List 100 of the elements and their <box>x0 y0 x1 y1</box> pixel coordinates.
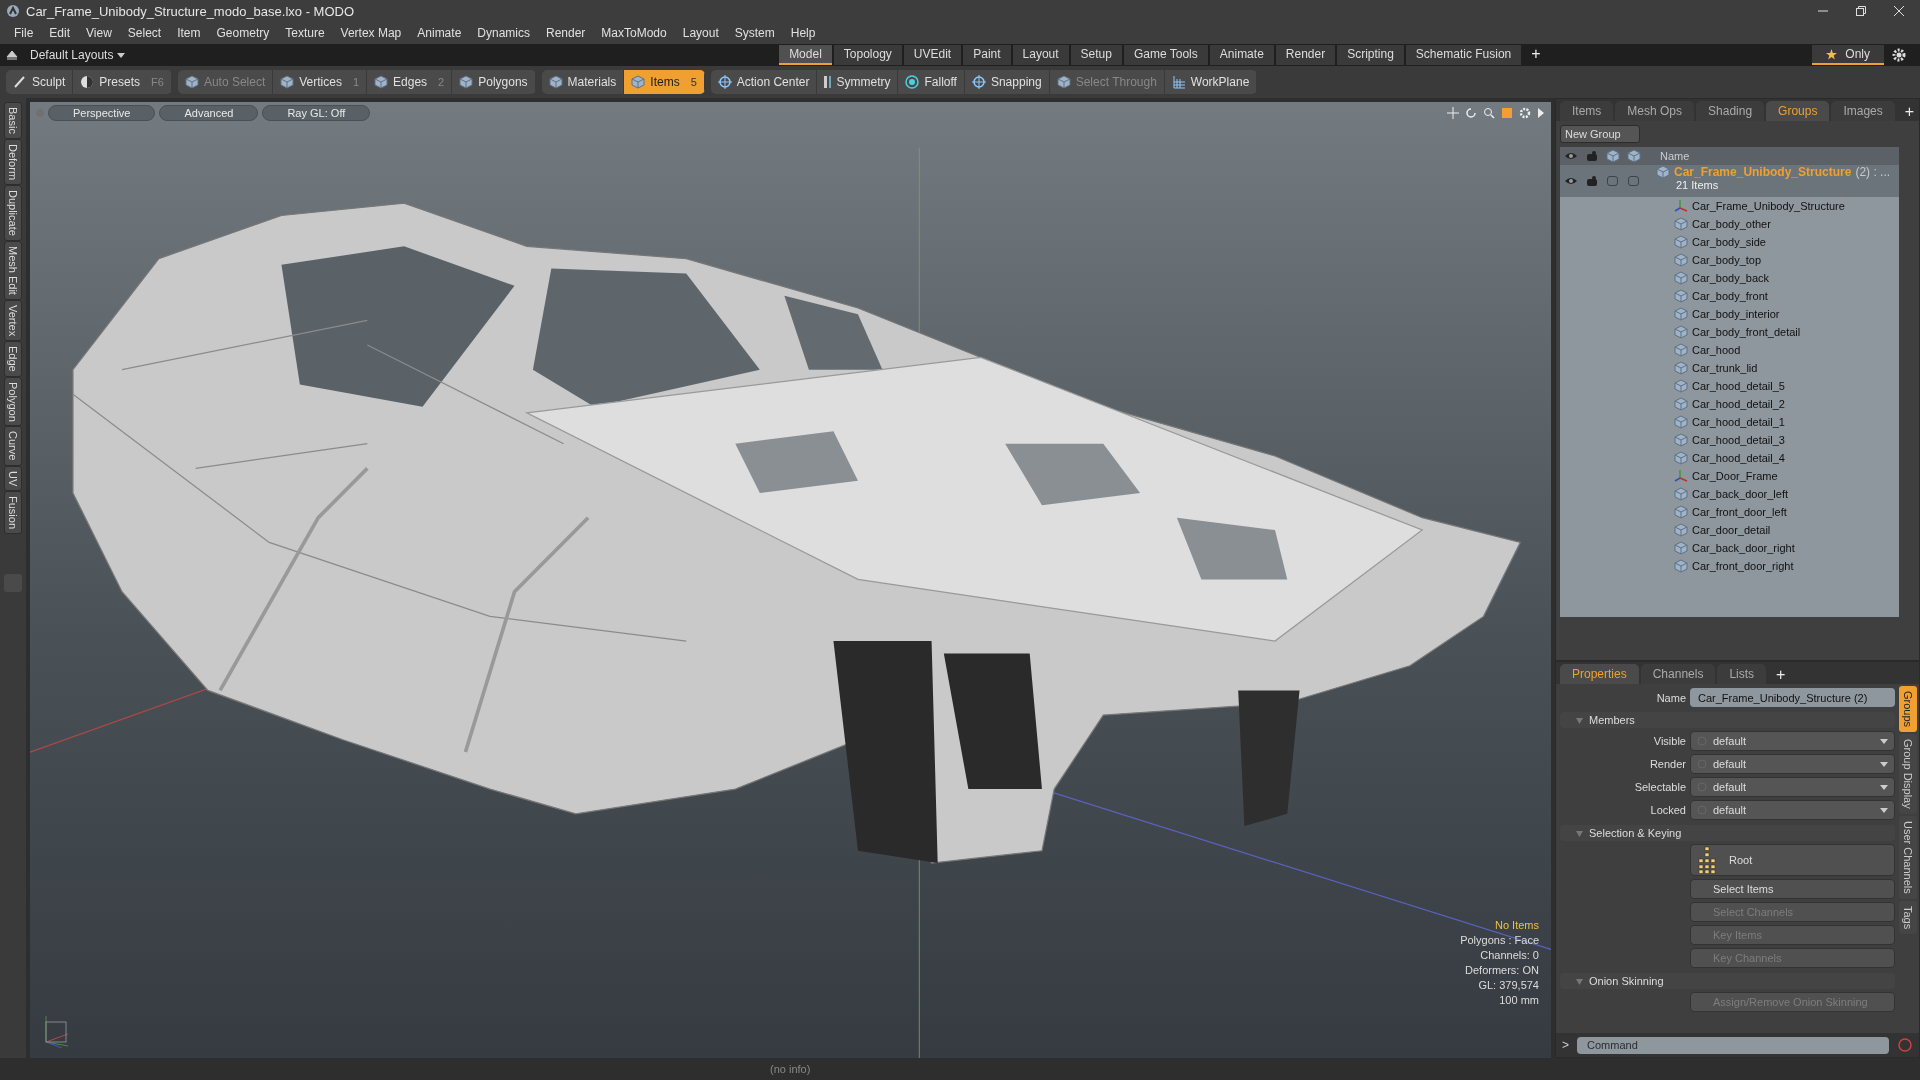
panel-tab[interactable]: Lists <box>1717 664 1767 684</box>
add-tab-button[interactable]: + <box>1523 45 1549 65</box>
side-tab[interactable]: Vertex <box>4 299 22 341</box>
tree-item[interactable]: Car_body_front <box>1692 290 1768 302</box>
menu-item[interactable]: Layout <box>674 26 727 40</box>
tree-item[interactable]: Car_hood_detail_2 <box>1692 398 1785 410</box>
side-tab[interactable]: Mesh Edit <box>4 240 22 300</box>
panel-tab[interactable]: Groups <box>1766 101 1830 121</box>
dropdown[interactable]: default <box>1690 731 1895 751</box>
tree-item[interactable]: Car_hood_detail_1 <box>1692 416 1785 428</box>
panel-tab[interactable]: Shading <box>1696 101 1765 121</box>
panel-tab[interactable]: Mesh Ops <box>1615 101 1695 121</box>
tree-item[interactable]: Car_door_detail <box>1692 524 1771 536</box>
tree-item[interactable]: Car_Door_Frame <box>1692 470 1778 482</box>
menu-item[interactable]: Item <box>169 26 209 40</box>
layout-tab[interactable]: Scripting <box>1337 45 1404 65</box>
menu-item[interactable]: Geometry <box>208 26 278 40</box>
side-tab[interactable]: Group Display <box>1899 734 1917 814</box>
toggle-box[interactable] <box>1607 176 1618 186</box>
tree-item[interactable]: Car_body_back <box>1692 272 1770 284</box>
toolbar-button[interactable]: Presets F6 <box>73 70 172 94</box>
tree-item[interactable]: Car_trunk_lid <box>1692 362 1758 374</box>
menu-item[interactable]: Edit <box>41 26 79 40</box>
menu-item[interactable]: Dynamics <box>469 26 538 40</box>
rotate-icon[interactable] <box>1465 107 1477 119</box>
layout-tab[interactable]: Render <box>1275 45 1336 65</box>
viewport[interactable]: Perspective Advanced Ray GL: Off No Items Polygons : Face Channels: 0 Deformers: ON GL: 379,574 100 mm <box>30 102 1551 1058</box>
tree-item[interactable]: Car_Frame_Unibody_Structure <box>1692 200 1845 212</box>
tree-item[interactable]: Car_body_top <box>1692 254 1762 266</box>
root-button[interactable]: Root <box>1690 844 1895 876</box>
record-icon[interactable] <box>1897 1037 1913 1053</box>
toolbar-button[interactable]: Sculpt <box>6 70 74 94</box>
side-tab[interactable]: User Channels <box>1899 815 1917 899</box>
tree-item[interactable]: Car_front_door_right <box>1692 560 1794 572</box>
panel-tab[interactable]: Properties <box>1560 664 1639 684</box>
toolbar-button[interactable]: WorkPlane <box>1164 70 1258 94</box>
tree-item[interactable]: Car_back_door_right <box>1692 542 1795 554</box>
viewport-button[interactable]: Ray GL: Off <box>262 105 371 121</box>
menu-item[interactable]: System <box>726 26 783 40</box>
layout-tab[interactable]: Setup <box>1070 45 1122 65</box>
side-tab[interactable]: Basic <box>4 102 22 139</box>
toolbar-button[interactable]: Falloff <box>898 70 965 94</box>
dropdown[interactable]: default <box>1690 800 1895 820</box>
move-icon[interactable] <box>1447 107 1459 119</box>
side-tab[interactable]: Curve <box>4 426 22 466</box>
close-icon[interactable] <box>1894 6 1904 16</box>
menu-item[interactable]: Help <box>782 26 824 40</box>
menu-item[interactable]: View <box>78 26 120 40</box>
settings-icon[interactable] <box>1892 48 1906 62</box>
layout-tab[interactable]: Model <box>779 45 832 65</box>
tree-item[interactable]: Car_hood <box>1692 344 1741 356</box>
group-row[interactable]: Car_Frame_Unibody_Structure (2) : ... 21 Items <box>1560 165 1899 197</box>
tree-item[interactable]: Car_hood_detail_4 <box>1692 452 1785 464</box>
panel-tab[interactable]: Channels <box>1640 664 1716 684</box>
only-button[interactable]: Only <box>1812 45 1884 65</box>
tree-item[interactable]: Car_hood_detail_5 <box>1692 380 1785 392</box>
layout-tab[interactable]: Game Tools <box>1123 45 1208 65</box>
restore-icon[interactable] <box>1856 6 1866 16</box>
layout-tab[interactable]: Paint <box>963 45 1011 65</box>
menu-item[interactable]: Texture <box>277 26 333 40</box>
tree-item[interactable]: Car_back_door_left <box>1692 488 1788 500</box>
side-tab[interactable]: Duplicate <box>4 184 22 241</box>
add-tab-button[interactable]: + <box>1768 666 1794 684</box>
layouts-dropdown[interactable]: Default Layouts <box>30 48 126 62</box>
menu-item[interactable]: File <box>6 26 42 40</box>
menu-item[interactable]: Animate <box>409 26 470 40</box>
tree-item[interactable]: Car_body_side <box>1692 236 1766 248</box>
layout-tab[interactable]: Topology <box>833 45 902 65</box>
menu-item[interactable]: Vertex Map <box>332 26 410 40</box>
tree-item[interactable]: Car_hood_detail_3 <box>1692 434 1785 446</box>
action-button[interactable]: Select Items <box>1690 879 1895 899</box>
side-tab[interactable]: Groups <box>1899 686 1917 733</box>
section-header[interactable]: Onion Skinning <box>1560 973 1895 989</box>
command-field[interactable]: Command <box>1577 1036 1889 1054</box>
name-field[interactable]: Car_Frame_Unibody_Structure (2) <box>1690 688 1895 707</box>
zoom-icon[interactable] <box>1483 107 1495 119</box>
section-header[interactable]: Selection & Keying <box>1560 825 1895 841</box>
tree-item[interactable]: Car_body_front_detail <box>1692 326 1801 338</box>
viewport-button[interactable]: Perspective <box>48 105 156 121</box>
add-tab-button[interactable]: + <box>1896 103 1920 121</box>
layout-tab[interactable]: Layout <box>1012 45 1069 65</box>
layout-tab[interactable]: Schematic Fusion <box>1405 45 1522 65</box>
toolbar-button[interactable]: Symmetry <box>817 70 899 94</box>
side-tab[interactable]: Deform <box>4 138 22 185</box>
layout-arrow-icon[interactable] <box>6 49 18 61</box>
toolbar-button[interactable]: Action Center <box>710 70 818 94</box>
layout-tab[interactable]: Animate <box>1209 45 1274 65</box>
tree-item[interactable]: Car_body_other <box>1692 218 1771 230</box>
menu-item[interactable]: Render <box>538 26 594 40</box>
arrow-icon[interactable] <box>1537 107 1545 119</box>
toolbar-button[interactable]: Items 5 <box>624 70 705 94</box>
section-header[interactable]: Members <box>1560 712 1895 728</box>
toolbar-button[interactable]: Snapping <box>964 70 1050 94</box>
dropdown[interactable]: default <box>1690 754 1895 774</box>
layout-tab[interactable]: UVEdit <box>903 45 962 65</box>
side-tab[interactable]: Tags <box>1899 900 1917 934</box>
viewport-button[interactable]: Advanced <box>159 105 259 121</box>
menu-item[interactable]: MaxToModo <box>593 26 675 40</box>
side-tab[interactable]: Polygon <box>4 376 22 427</box>
toolbar-button[interactable]: Vertices 1 <box>273 70 368 94</box>
